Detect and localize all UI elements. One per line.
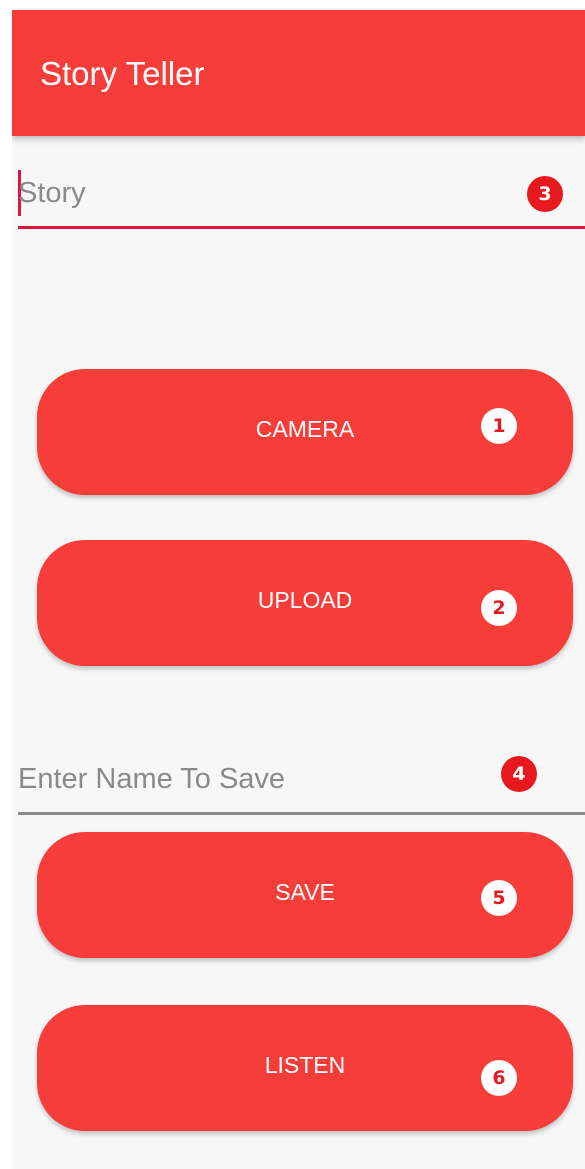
save-button[interactable]: SAVE 5: [37, 832, 573, 958]
name-input[interactable]: Enter Name To Save: [18, 750, 585, 815]
app-title: Story Teller: [40, 55, 205, 92]
story-input[interactable]: Story: [18, 160, 585, 229]
upload-button-label: UPLOAD: [257, 586, 353, 613]
app-screen: Story Teller Story 3 CAMERA 1 UPLOAD 2 E…: [12, 10, 585, 1169]
app-bar: Story Teller: [12, 10, 585, 136]
save-button-label: SAVE: [275, 878, 335, 905]
listen-button-label: LISTEN: [264, 1051, 346, 1078]
listen-badge: 6: [481, 1060, 517, 1096]
story-placeholder: Story: [18, 177, 86, 209]
upload-button[interactable]: UPLOAD 2: [37, 540, 573, 666]
camera-button-label: CAMERA: [255, 415, 355, 442]
camera-button[interactable]: CAMERA 1: [37, 369, 573, 495]
name-placeholder: Enter Name To Save: [18, 763, 286, 795]
upload-badge: 2: [481, 590, 517, 626]
listen-button[interactable]: LISTEN 6: [37, 1005, 573, 1131]
name-badge: 4: [501, 756, 537, 792]
save-badge: 5: [481, 880, 517, 916]
camera-badge: 1: [481, 408, 517, 444]
story-badge: 3: [527, 176, 563, 212]
